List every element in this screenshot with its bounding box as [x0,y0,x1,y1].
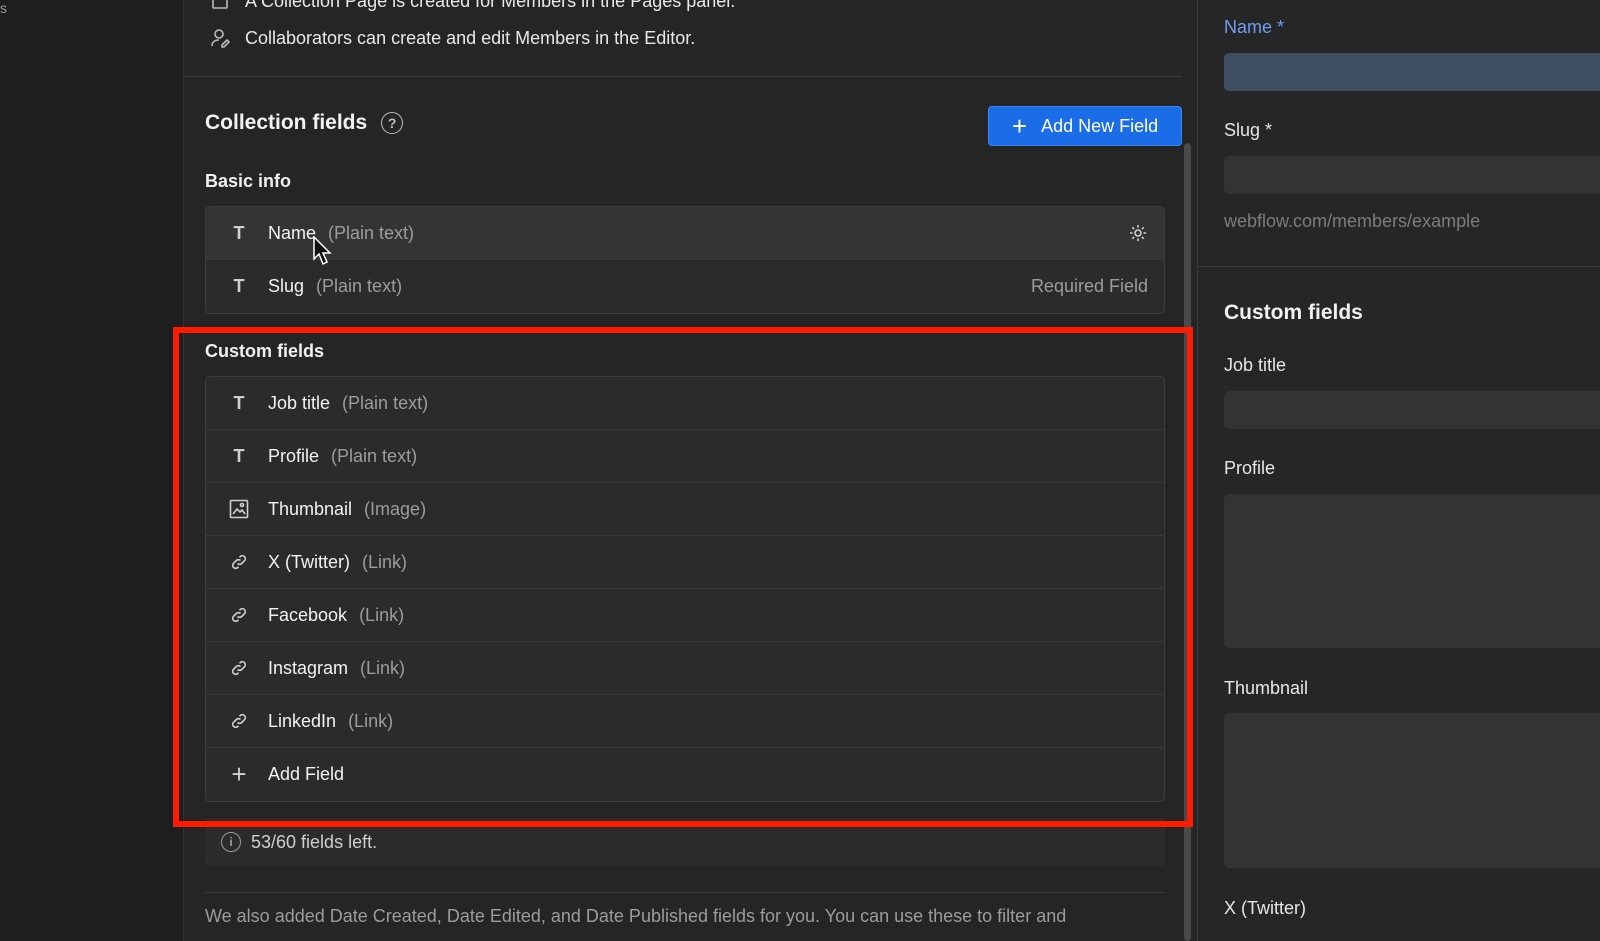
left-rail: s [0,0,183,941]
preview-panel: Name * Slug * webflow.com/members/exampl… [1197,0,1600,941]
field-name: Profile [268,445,320,466]
text-icon: T [233,445,245,466]
info-collection-page: A Collection Page is created for Members… [209,0,735,12]
field-row-job-title[interactable]: T Job title (Plain text) [206,377,1164,430]
image-icon [228,498,250,520]
field-name: LinkedIn [268,710,337,731]
slug-hint: webflow.com/members/example [1224,211,1481,231]
gear-icon[interactable] [1128,223,1148,243]
custom-fields-title: Custom fields [1224,301,1363,324]
custom-fields-list: T Job title (Plain text) T Profile (Plai… [205,376,1165,802]
info-line-2: Collaborators can create and edit Member… [245,27,696,48]
field-row-name[interactable]: T Name (Plain text) [206,207,1164,260]
info-icon: i [221,832,241,852]
link-icon [228,657,250,679]
info-line-1: A Collection Page is created for Members… [245,0,736,11]
text-icon: T [233,392,245,413]
field-type: (Link) [360,657,406,678]
field-name: Facebook [268,604,348,625]
field-type: (Plain text) [331,445,418,466]
custom-fields-label: Custom fields [205,341,325,361]
slug-input[interactable] [1224,156,1600,194]
fields-left-banner: i 53/60 fields left. [205,818,1165,866]
field-type: (Plain text) [342,392,429,413]
add-new-field-button[interactable]: + Add New Field [988,106,1182,146]
scrollbar[interactable] [1184,143,1191,941]
field-row-thumbnail[interactable]: Thumbnail (Image) [206,483,1164,536]
field-row-instagram[interactable]: Instagram (Link) [206,642,1164,695]
field-type: (Link) [359,604,405,625]
field-name: Thumbnail [268,498,353,519]
collection-settings-panel: A Collection Page is created for Members… [183,0,1212,941]
basic-info-list: T Name (Plain text) T Slug (Plain text) … [205,206,1165,314]
field-name: X (Twitter) [268,551,351,572]
job-title-label: Job title [1224,355,1287,375]
info-collaborators: Collaborators can create and edit Member… [209,27,695,49]
link-icon [228,710,250,732]
field-type: (Link) [348,710,394,731]
field-type: (Plain text) [328,222,415,243]
user-edit-icon [209,27,231,49]
field-row-profile[interactable]: T Profile (Plain text) [206,430,1164,483]
field-type: (Image) [364,498,427,519]
field-row-twitter[interactable]: X (Twitter) (Link) [206,536,1164,589]
field-name: Slug [268,276,305,296]
collection-fields-title: Collection fields [205,111,368,134]
link-icon [228,604,250,626]
divider [205,892,1165,893]
add-field-button[interactable]: + Add Field [206,748,1164,801]
profile-textarea[interactable] [1224,494,1600,648]
link-icon [228,551,250,573]
plus-icon: + [1011,111,1028,141]
add-field-label: Add Field [268,764,345,784]
left-rail-text: s [0,0,7,16]
field-row-slug[interactable]: T Slug (Plain text) Required Field [206,260,1164,313]
field-type: (Link) [362,551,408,572]
divider [184,76,1182,77]
field-name: Name [268,222,317,243]
plus-icon: + [231,759,247,789]
basic-info-label: Basic info [205,171,292,191]
text-icon: T [233,222,245,243]
name-input[interactable] [1224,53,1600,91]
add-new-field-label: Add New Field [1041,115,1159,136]
divider [1198,266,1600,267]
date-fields-note: We also added Date Created, Date Edited,… [205,906,1067,926]
name-label: Name * [1224,17,1285,37]
field-name: Instagram [268,657,349,678]
help-icon[interactable]: ? [381,112,404,134]
field-row-facebook[interactable]: Facebook (Link) [206,589,1164,642]
slug-label: Slug * [1224,120,1273,140]
profile-label: Profile [1224,458,1276,478]
required-field-note: Required Field [1030,276,1148,296]
mouse-cursor-icon [313,236,332,266]
field-row-linkedin[interactable]: LinkedIn (Link) [206,695,1164,748]
thumbnail-upload[interactable] [1224,713,1600,868]
collection-fields-heading: Collection fields ? [205,111,404,135]
job-title-input[interactable] [1224,391,1600,429]
text-icon: T [233,276,245,296]
pages-icon [209,0,231,12]
field-name: Job title [268,392,331,413]
thumbnail-label: Thumbnail [1224,678,1309,698]
twitter-label: X (Twitter) [1224,898,1307,918]
field-type: (Plain text) [316,276,403,296]
fields-left-text: 53/60 fields left. [251,831,378,852]
